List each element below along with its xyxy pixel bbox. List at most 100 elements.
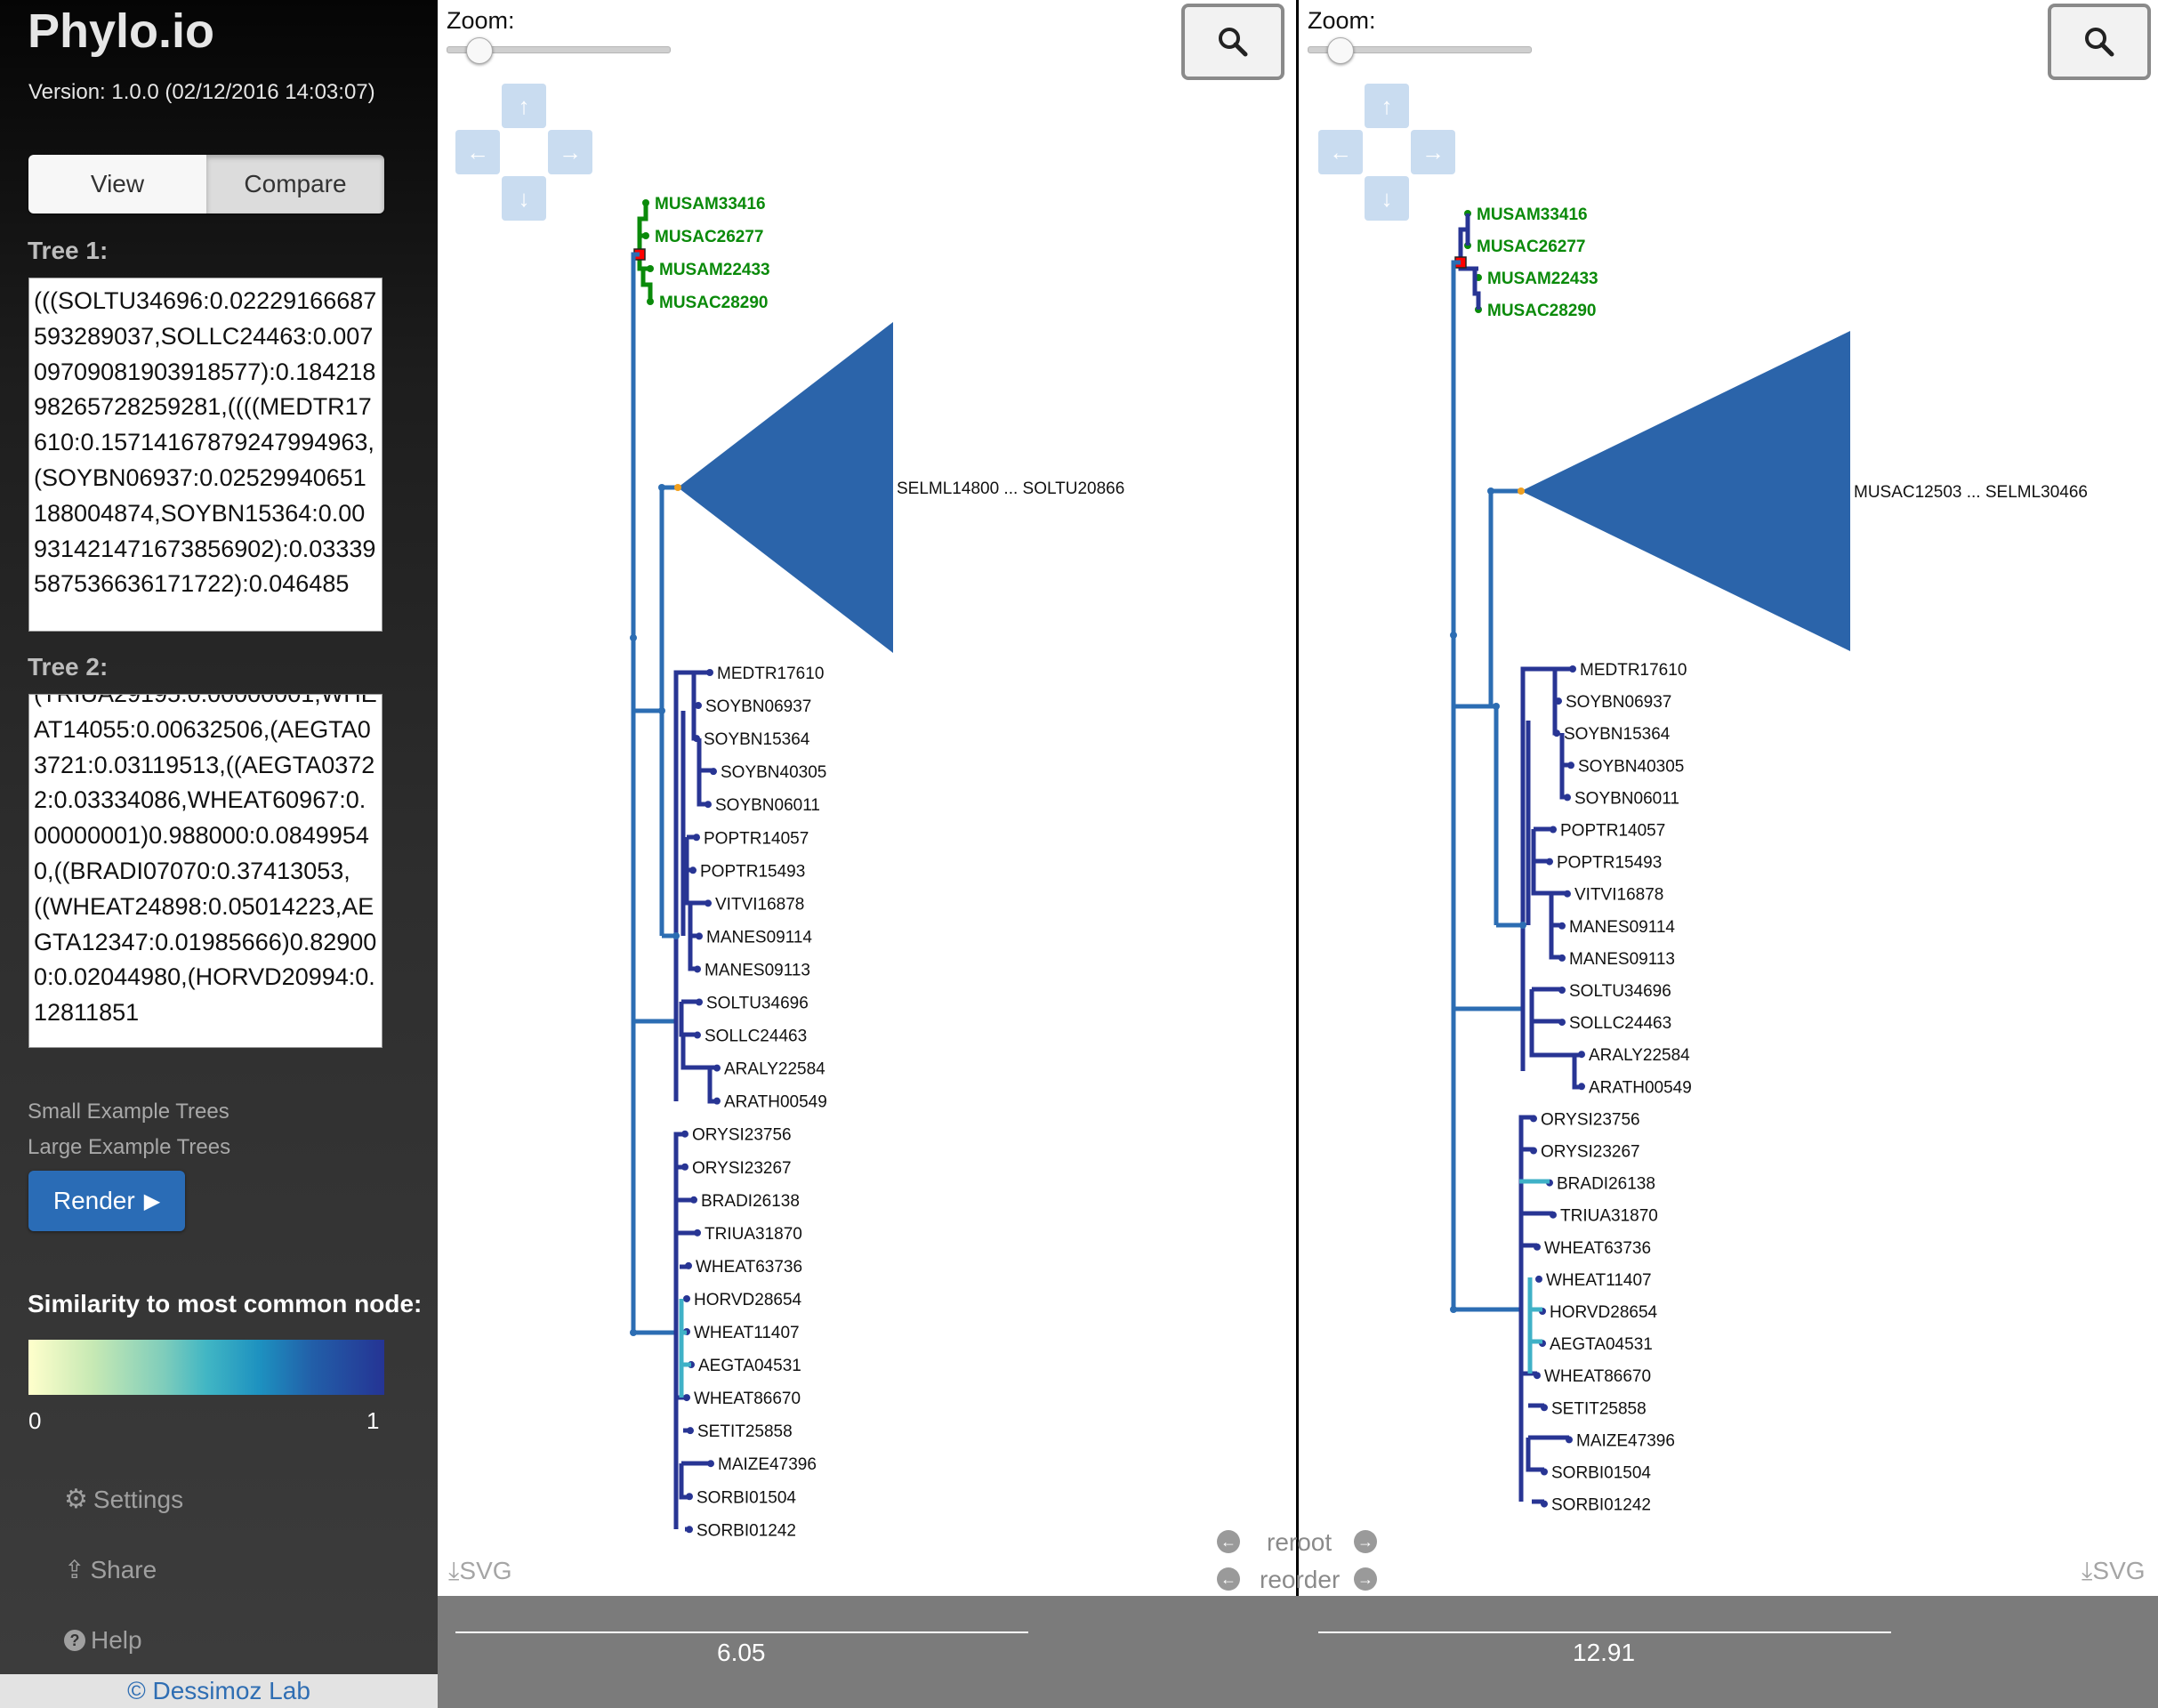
collapsed-clade (678, 322, 893, 653)
leaf-label-soybn15364: SOYBN15364 (704, 730, 810, 749)
leaf-label-soltu34696: SOLTU34696 (706, 995, 809, 1013)
leaf-label-poptr15493: POPTR15493 (1557, 854, 1662, 873)
leaf-label-bradi26138: BRADI26138 (1557, 1175, 1655, 1194)
leaf-label-setit25858: SETIT25858 (697, 1422, 793, 1441)
leaf-label-musac28290: MUSAC28290 (659, 294, 769, 312)
leaf-label-orysi23267: ORYSI23267 (692, 1159, 792, 1178)
tree-branch (1552, 701, 1558, 736)
leaf-label-wheat63736: WHEAT63736 (696, 1258, 802, 1277)
leaf-label-setit25858: SETIT25858 (1551, 1399, 1647, 1418)
collapsed-clade-label: MUSAC12503 ... SELML30466 (1854, 483, 2088, 502)
internal-node (1487, 487, 1494, 495)
internal-node (1519, 922, 1526, 929)
leaf-label-araly22584: ARALY22584 (724, 1060, 825, 1079)
tree-branch (679, 1463, 689, 1500)
right-scale-value: 12.91 (1573, 1639, 1636, 1666)
leaf-label-poptr15493: POPTR15493 (700, 862, 805, 881)
leaf-label-bradi26138: BRADI26138 (701, 1192, 800, 1211)
leaf-label-sorbi01242: SORBI01242 (1551, 1496, 1651, 1515)
leaf-label-musam33416: MUSAM33416 (1477, 205, 1588, 224)
tree-branch (1572, 1055, 1582, 1090)
leaf-label-orysi23756: ORYSI23756 (692, 1126, 792, 1145)
leaf-label-wheat11407: WHEAT11407 (694, 1324, 800, 1342)
left-scale-line (455, 1631, 1028, 1633)
leaf-label-soybn06011: SOYBN06011 (1574, 789, 1679, 808)
leaf-label-wheat86670: WHEAT86670 (694, 1390, 801, 1408)
collapsed-node (1518, 487, 1525, 495)
scale-bar-area: 6.05 12.91 (438, 1596, 2158, 1708)
leaf-label-triua31870: TRIUA31870 (705, 1225, 802, 1244)
leaf-node (1535, 1275, 1542, 1283)
tree-branch (1549, 925, 1562, 960)
leaf-label-wheat11407: WHEAT11407 (1546, 1271, 1652, 1290)
leaf-label-musac26277: MUSAC26277 (1477, 238, 1586, 256)
leaf-label-sorbi01504: SORBI01504 (1551, 1464, 1651, 1483)
tree-branch (688, 936, 697, 971)
leaf-label-maize47396: MAIZE47396 (1576, 1431, 1675, 1450)
leaf-label-manes09114: MANES09114 (706, 928, 812, 947)
tree-branch (633, 708, 664, 936)
leaf-label-soybn06011: SOYBN06011 (715, 796, 820, 815)
tree-branch (1453, 704, 1499, 925)
leaf-label-horvd28654: HORVD28654 (1550, 1303, 1658, 1322)
leaf-label-musam22433: MUSAM22433 (1487, 270, 1598, 288)
tree-branch (1559, 765, 1567, 800)
internal-node (1450, 632, 1457, 639)
leaf-label-horvd28654: HORVD28654 (694, 1291, 802, 1309)
leaf-label-aegta04531: AEGTA04531 (1550, 1335, 1653, 1354)
tree-branch (1488, 488, 1521, 706)
internal-node (658, 484, 665, 491)
leaf-label-manes09113: MANES09113 (1569, 950, 1675, 969)
leaf-label-medtr17610: MEDTR17610 (1580, 661, 1687, 680)
leaf-label-wheat63736: WHEAT63736 (1544, 1239, 1651, 1258)
leaf-label-vitvi16878: VITVI16878 (715, 895, 804, 914)
leaf-label-soybn40305: SOYBN40305 (1578, 757, 1684, 776)
leaf-label-musac28290: MUSAC28290 (1487, 302, 1597, 320)
tree-branch (679, 1002, 697, 1037)
tree-branch (631, 252, 678, 1335)
leaf-label-soybn40305: SOYBN40305 (721, 763, 826, 782)
leaf-label-orysi23756: ORYSI23756 (1541, 1110, 1640, 1129)
leaf-label-aegta04531: AEGTA04531 (698, 1357, 801, 1375)
leaf-label-araly22584: ARALY22584 (1589, 1046, 1690, 1065)
leaf-label-maize47396: MAIZE47396 (718, 1455, 817, 1474)
collapsed-clade (1521, 331, 1850, 651)
leaf-label-soltu34696: SOLTU34696 (1569, 982, 1671, 1001)
leaf-label-sorbi01242: SORBI01242 (697, 1521, 796, 1540)
leaf-label-wheat86670: WHEAT86670 (1544, 1367, 1651, 1386)
leaf-label-musam33416: MUSAM33416 (655, 195, 766, 214)
internal-node (658, 707, 665, 714)
leaf-label-soybn06937: SOYBN06937 (1566, 693, 1671, 712)
internal-node (672, 932, 680, 939)
leaf-label-sorbi01504: SORBI01504 (697, 1488, 796, 1507)
right-scale-line (1318, 1631, 1891, 1633)
leaf-label-triua31870: TRIUA31870 (1560, 1207, 1658, 1226)
tree-branch (691, 705, 697, 741)
leaf-label-musac26277: MUSAC26277 (655, 228, 764, 246)
tree-branch (1529, 989, 1562, 1024)
internal-node (1493, 703, 1500, 710)
leaf-label-musam22433: MUSAM22433 (659, 261, 770, 279)
leaf-label-vitvi16878: VITVI16878 (1574, 886, 1663, 905)
leaf-label-sollc24463: SOLLC24463 (1569, 1014, 1671, 1033)
tree-canvas: MUSAM33416 MUSAC26277 MUSAM22433 MUSAC28290… (630, 195, 2088, 1540)
tree-branch (688, 903, 699, 939)
help-menu-item[interactable]: ? Help (64, 1626, 142, 1655)
collapsed-node (674, 484, 681, 491)
leaf-label-manes09113: MANES09113 (705, 961, 810, 979)
tree-branch (1526, 1438, 1544, 1472)
internal-node (630, 634, 637, 641)
tree-branch (1549, 893, 1562, 928)
tree-branch (707, 1068, 717, 1104)
leaf-label-sollc24463: SOLLC24463 (705, 1027, 807, 1046)
footer-link[interactable]: © Dessimoz Lab (0, 1674, 438, 1708)
tree-branch (640, 269, 653, 302)
leaf-label-poptr14057: POPTR14057 (1560, 822, 1665, 841)
leaf-label-medtr17610: MEDTR17610 (717, 665, 824, 683)
leaf-label-orysi23267: ORYSI23267 (1541, 1143, 1640, 1162)
leaf-label-poptr14057: POPTR14057 (704, 829, 809, 848)
tree-branch (1531, 829, 1550, 864)
left-scale-value: 6.05 (717, 1639, 766, 1666)
tree-branch (684, 837, 693, 873)
leaf-node (683, 1294, 690, 1302)
